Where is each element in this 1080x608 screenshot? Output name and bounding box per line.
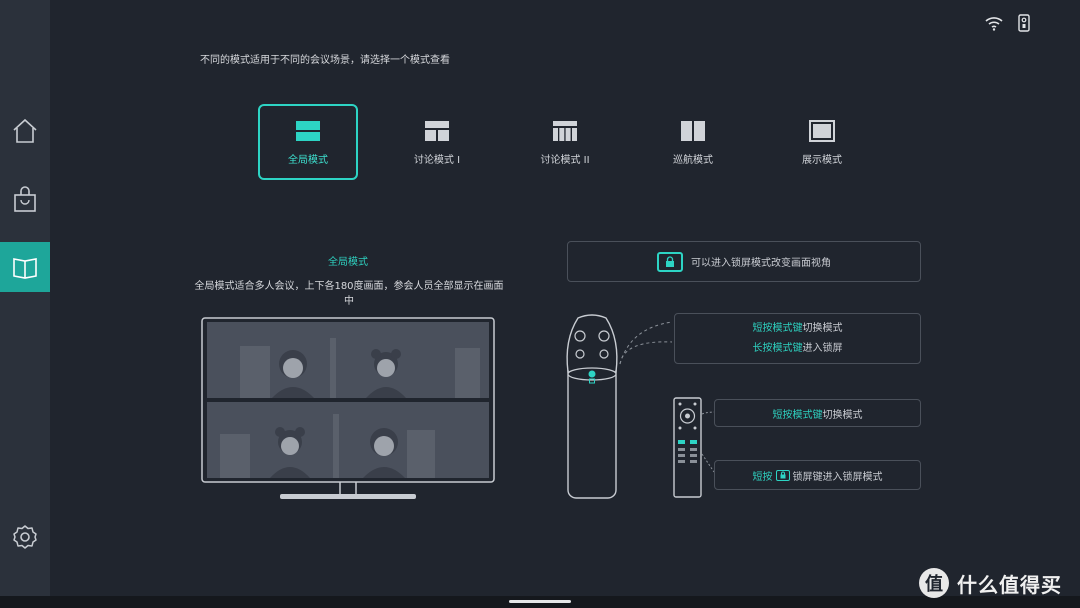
book-icon [13,258,37,279]
sidebar-item-guide[interactable] [0,242,50,292]
gear-icon [13,525,37,549]
mode-global[interactable]: 全局模式 [258,104,358,180]
lock-hint-text: 可以进入锁屏模式改变画面视角 [691,258,831,269]
sidebar-item-settings[interactable] [0,512,50,562]
device-short-action: 切换模式 [802,323,843,334]
presentation-mode-icon [809,119,835,142]
remote-control-illustration [673,397,715,498]
home-indicator[interactable] [509,600,571,603]
mode-cruise[interactable]: 巡航模式 [643,104,743,180]
lock-hint-box: 可以进入锁屏模式改变画面视角 [567,241,921,282]
mode-description-text: 全局模式适合多人会议，上下各180度画面，参会人员全部显示在画面中 [194,281,504,307]
mode-discussion-2[interactable]: 讨论模式 II [515,104,615,180]
device-short-key: 短按模式键 [752,323,803,334]
mode-presentation[interactable]: 展示模式 [772,104,872,180]
remote-short-key: 短按模式键 [772,409,823,421]
tv-illustration [201,317,495,499]
device-hint-box: 短按模式键切换模式 长按模式键进入锁屏 [674,313,921,364]
device-long-key: 长按模式键 [752,343,803,354]
device-long-action: 进入锁屏 [802,343,843,354]
remote-lock-action: 锁屏键进入锁屏模式 [792,471,883,483]
mode-label: 巡航模式 [673,154,713,166]
remote-short-action: 切换模式 [822,409,863,421]
discussion-2-icon [553,120,577,141]
sidebar [0,0,50,596]
watermark: 值 什么值得买 [919,568,1062,598]
discussion-1-icon [425,120,449,141]
sidebar-item-home[interactable] [0,106,50,156]
instruction-text: 不同的模式适用于不同的会议场景，请选择一个模式查看 [200,55,450,66]
cruise-mode-icon [681,120,705,141]
remote-lock-prefix: 短按 [752,471,773,483]
mode-label: 讨论模式 II [540,154,590,166]
mode-label: 全局模式 [288,154,328,166]
camera-device-illustration [566,314,673,499]
remote-mode-hint-box: 短按模式键 切换模式 [714,399,921,427]
wifi-icon [985,17,1003,31]
mode-label: 讨论模式 I [413,154,461,166]
mode-discussion-1[interactable]: 讨论模式 I [387,104,487,180]
remote-icon [1018,14,1030,32]
watermark-logo: 值 [919,568,949,598]
mini-lock-icon [775,469,790,481]
bag-icon [14,186,36,212]
remote-lock-hint-box: 短按 锁屏键进入锁屏模式 [714,460,921,490]
global-mode-icon [296,120,320,141]
watermark-text: 什么值得买 [957,572,1062,597]
status-bar [984,14,1030,32]
mode-description-title: 全局模式 [328,257,368,268]
home-icon [13,118,37,143]
mode-label: 展示模式 [802,154,842,166]
sidebar-item-store[interactable] [0,174,50,224]
lock-icon [657,251,683,272]
